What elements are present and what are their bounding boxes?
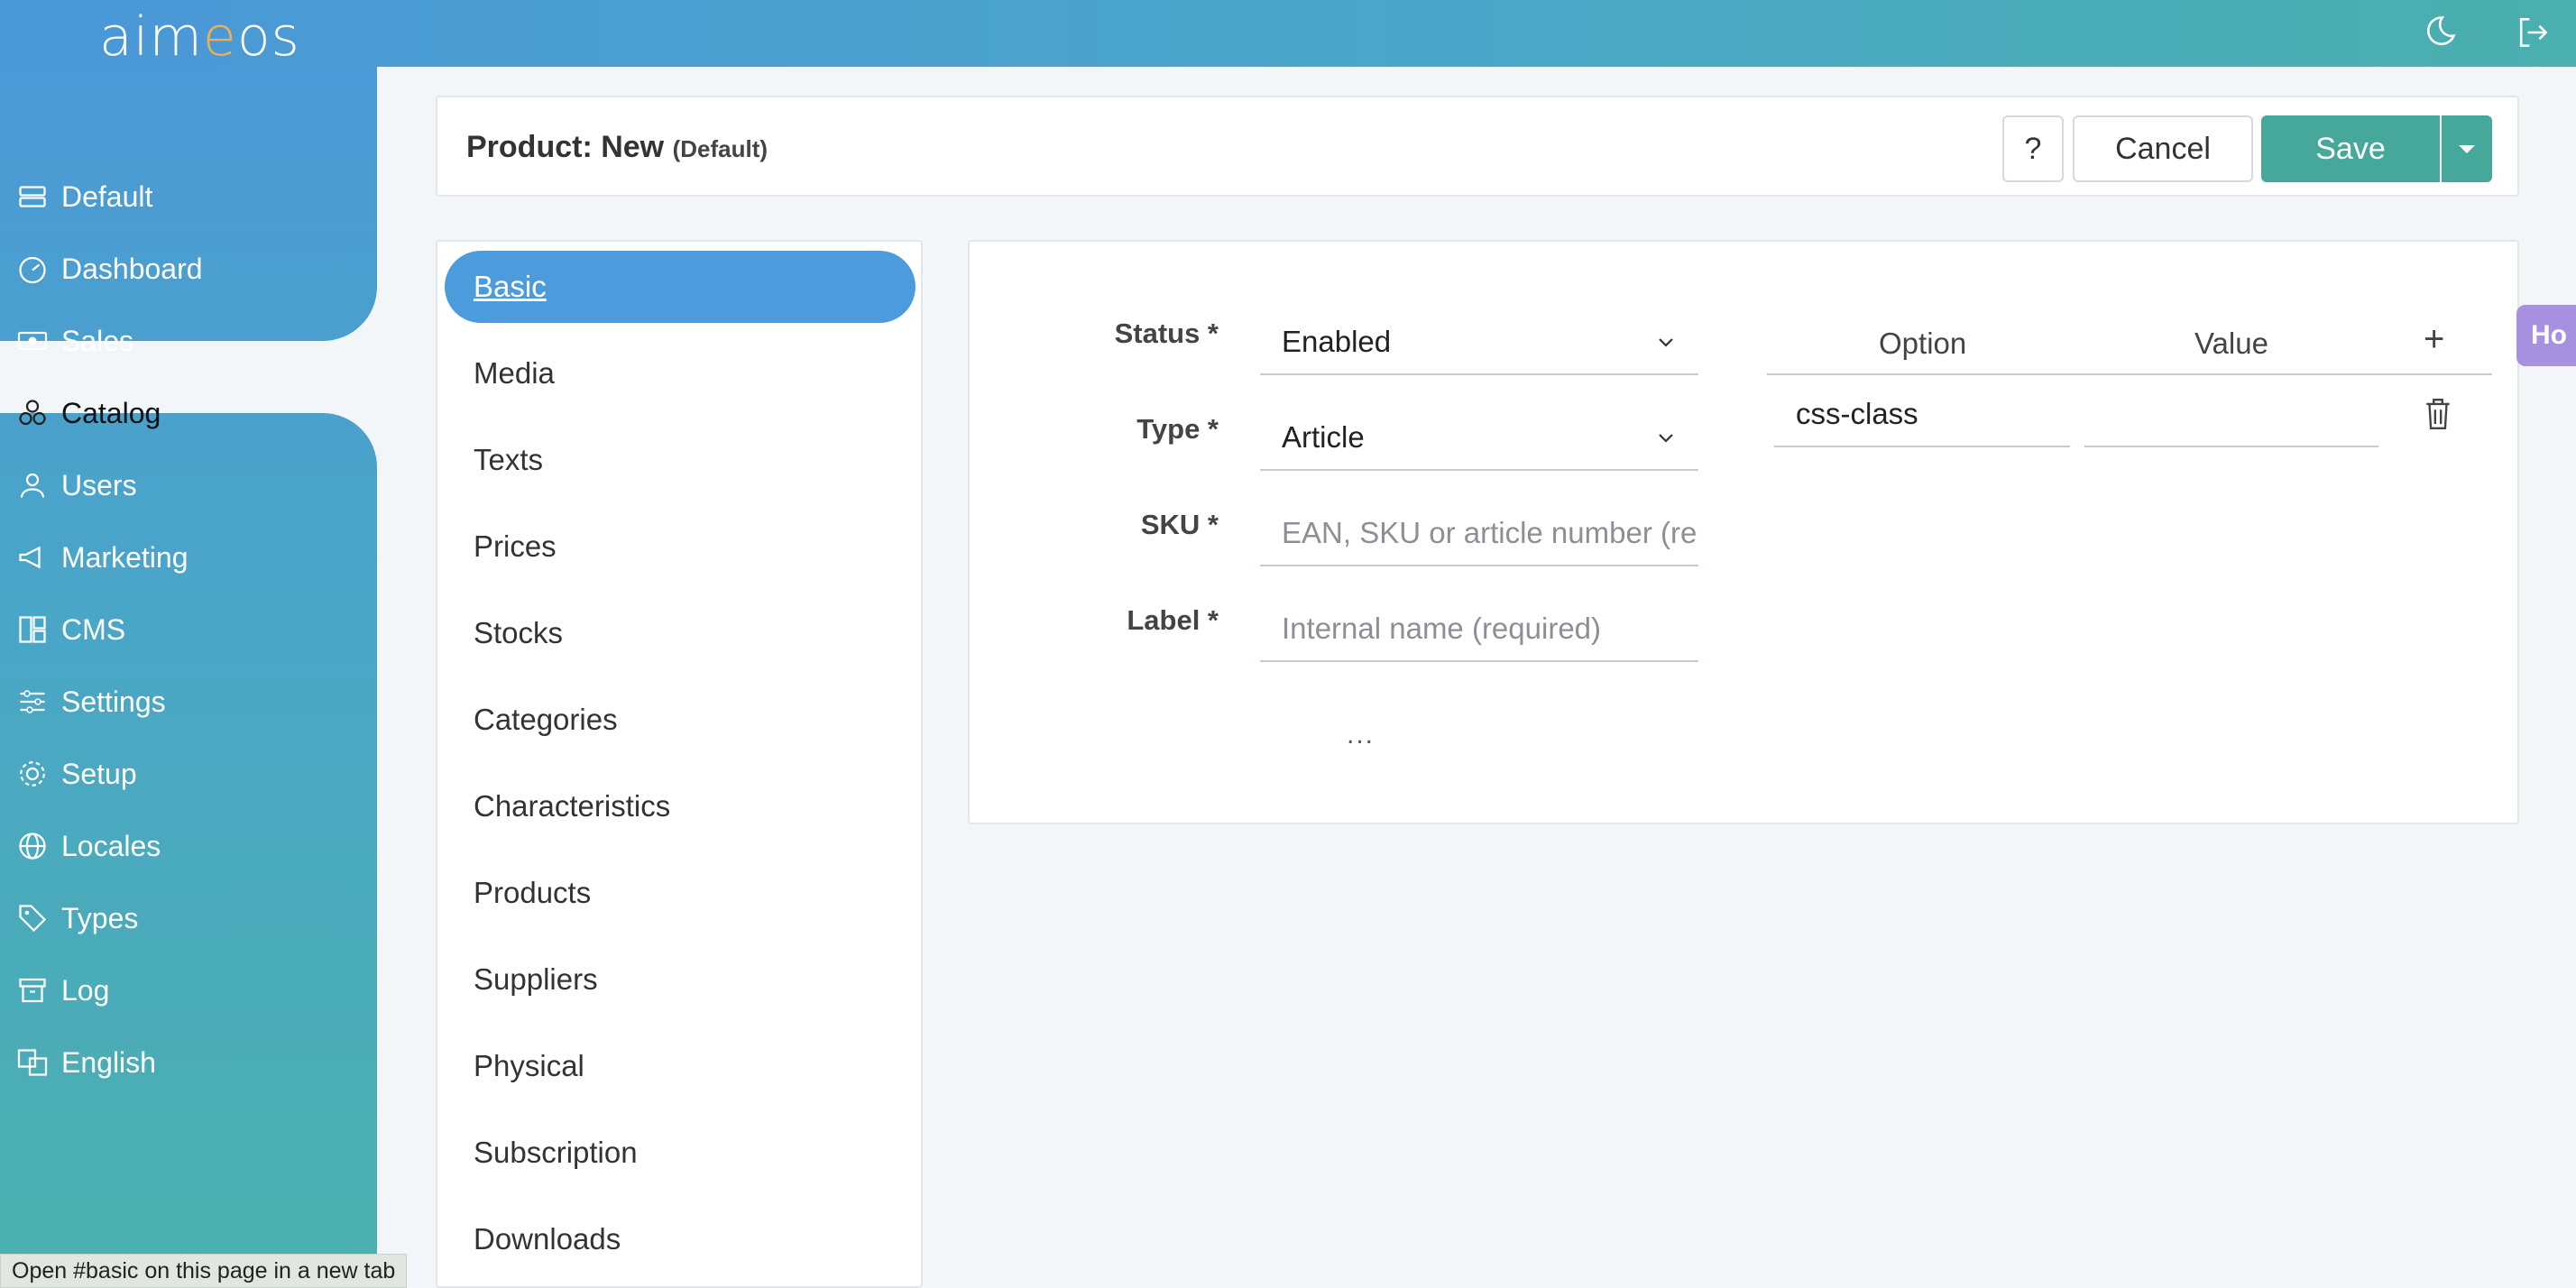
layout-icon (19, 616, 46, 643)
tab-characteristics[interactable]: Characteristics (445, 770, 915, 842)
basic-form: Status * Enabled Type * Article SKU * EA… (968, 240, 2519, 824)
label-input[interactable]: Internal name (required) (1260, 597, 1698, 662)
status-select[interactable]: Enabled (1260, 310, 1698, 375)
trash-icon[interactable] (2424, 397, 2452, 431)
value-textarea[interactable] (2084, 382, 2378, 447)
value-column-header: Value (2194, 327, 2268, 360)
cancel-button[interactable]: Cancel (2073, 115, 2253, 182)
sidebar-item-label: Users (61, 468, 137, 501)
sidebar-item-label: English (61, 1045, 156, 1079)
save-options-dropdown[interactable] (2442, 115, 2492, 182)
browser-status-bar: Open #basic on this page in a new tab (0, 1254, 408, 1288)
page-title: Product: New (Default) (466, 130, 768, 164)
help-button[interactable]: ? (2002, 115, 2064, 182)
tab-stocks[interactable]: Stocks (445, 597, 915, 669)
sku-input[interactable]: EAN, SKU or article number (re (1260, 501, 1698, 566)
tab-suppliers[interactable]: Suppliers (445, 943, 915, 1016)
caret-down-icon (2459, 144, 2475, 153)
sidebar-item-settings[interactable]: Settings (0, 666, 377, 738)
megaphone-icon (19, 546, 41, 569)
sidebar-item-label: Default (61, 179, 153, 213)
sidebar-item-sales[interactable]: Sales (0, 305, 377, 377)
sidebar-item-label: Marketing (61, 540, 189, 574)
status-value: Enabled (1282, 325, 1392, 358)
sidebar-item-label: Types (61, 901, 139, 934)
chevron-down-icon (1659, 434, 1673, 443)
product-tabs: Basic Media Texts Prices Stocks Categori… (436, 240, 923, 1288)
sidebar-item-default[interactable]: Default (0, 161, 377, 233)
label-label: Label * (1127, 604, 1219, 636)
globe-icon (19, 833, 46, 860)
tab-physical[interactable]: Physical (445, 1030, 915, 1102)
tab-categories[interactable]: Categories (445, 684, 915, 756)
catalog-icon (19, 400, 46, 426)
aimeos-logo[interactable]: aimeos (99, 5, 300, 69)
status-label: Status * (1114, 317, 1219, 349)
sidebar-item-label: Catalog (61, 396, 161, 429)
moon-icon[interactable] (2419, 13, 2459, 52)
user-icon (20, 473, 45, 498)
config-table-header: Option Value + (1767, 310, 2492, 375)
sidebar-item-marketing[interactable]: Marketing (0, 521, 377, 593)
sidebar-item-users[interactable]: Users (0, 449, 377, 521)
option-input[interactable]: css-class (1774, 382, 2070, 447)
sliders-icon (20, 690, 45, 713)
sidebar-item-setup[interactable]: Setup (0, 738, 377, 810)
sidebar-item-label: Dashboard (61, 252, 203, 285)
page-subtitle: (Default) (672, 135, 768, 162)
sidebar-item-dashboard[interactable]: Dashboard (0, 233, 377, 305)
sidebar-item-label: CMS (61, 612, 126, 646)
tab-products[interactable]: Products (445, 857, 915, 929)
sidebar-item-label: Setup (61, 757, 137, 790)
tab-subscription[interactable]: Subscription (445, 1117, 915, 1189)
save-button[interactable]: Save (2261, 115, 2440, 182)
tab-prices[interactable]: Prices (445, 511, 915, 583)
site-icon (19, 186, 46, 207)
more-fields-toggle[interactable]: ... (1347, 720, 1375, 750)
option-column-header: Option (1879, 327, 1967, 360)
sidebar-item-english[interactable]: English (0, 1026, 377, 1099)
chevron-down-icon (1659, 338, 1673, 347)
logout-icon[interactable] (2513, 13, 2553, 52)
tab-media[interactable]: Media (445, 337, 915, 409)
sidebar-item-types[interactable]: Types (0, 882, 377, 954)
sidebar-item-label: Sales (61, 324, 134, 357)
sidebar-item-log[interactable]: Log (0, 954, 377, 1026)
gear-icon (20, 761, 45, 787)
tab-downloads[interactable]: Downloads (445, 1203, 915, 1275)
tab-texts[interactable]: Texts (445, 424, 915, 496)
floating-side-tab[interactable]: Ho (2516, 305, 2576, 366)
type-label: Type * (1136, 413, 1219, 445)
add-row-button[interactable]: + (2424, 319, 2444, 360)
sidebar-item-label: Settings (61, 685, 166, 718)
sidebar-item-label: Log (61, 973, 110, 1007)
sidebar-item-label: Locales (61, 829, 161, 862)
sidebar-item-cms[interactable]: CMS (0, 593, 377, 666)
cash-icon (17, 331, 48, 351)
top-bar: aimeos (0, 0, 2576, 69)
archive-icon (19, 978, 46, 1003)
tab-basic[interactable]: Basic (445, 251, 915, 323)
page-header: Product: New (Default) ? Cancel Save (436, 96, 2519, 197)
translate-icon (17, 1049, 48, 1076)
type-value: Article (1282, 420, 1365, 454)
type-select[interactable]: Article (1260, 406, 1698, 471)
sku-label: SKU * (1140, 509, 1219, 540)
sidebar-item-catalog[interactable]: Catalog (0, 377, 377, 449)
tags-icon (19, 905, 47, 933)
dashboard-icon (19, 256, 46, 284)
sidebar-item-locales[interactable]: Locales (0, 810, 377, 882)
